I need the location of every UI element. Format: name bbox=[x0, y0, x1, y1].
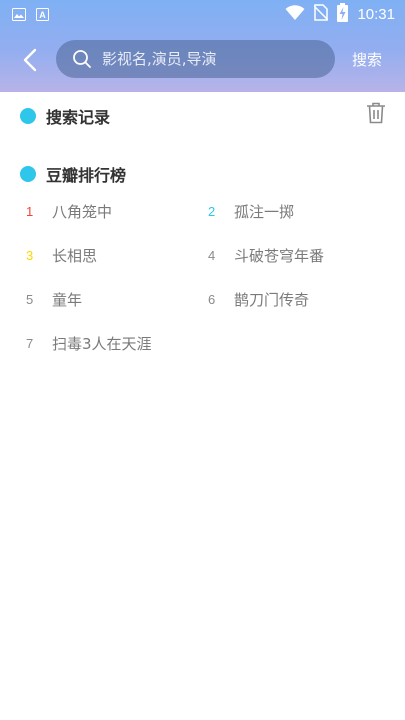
ranking-item[interactable]: 6 鹊刀门传奇 bbox=[208, 289, 386, 309]
ranking-section-header: 豆瓣排行榜 bbox=[20, 162, 126, 186]
ranking-item[interactable]: 2 孤注一掷 bbox=[208, 201, 386, 221]
status-time: 10:31 bbox=[357, 6, 395, 23]
battery-charging-icon bbox=[337, 3, 349, 26]
rank-title: 孤注一掷 bbox=[234, 202, 295, 221]
search-icon bbox=[72, 49, 92, 69]
ranking-title: 豆瓣排行榜 bbox=[46, 166, 127, 185]
history-title: 搜索记录 bbox=[46, 108, 111, 127]
ranking-item[interactable]: 7 扫毒3人在天涯 bbox=[26, 333, 208, 353]
rank-number: 4 bbox=[208, 247, 216, 263]
no-sim-icon bbox=[313, 4, 329, 25]
rank-number: 6 bbox=[208, 291, 216, 307]
ranking-item[interactable]: 1 八角笼中 bbox=[26, 201, 208, 221]
search-button[interactable]: 搜索 bbox=[352, 49, 392, 70]
rank-number: 2 bbox=[208, 203, 216, 219]
clear-history-button[interactable] bbox=[366, 102, 386, 124]
search-bar: 搜索 bbox=[0, 40, 405, 80]
svg-text:A: A bbox=[39, 10, 46, 20]
ranking-list: 1 八角笼中 2 孤注一掷 3 长相思 4 斗破苍穹年番 5 童年 6 鹊刀门传… bbox=[26, 201, 386, 353]
back-button[interactable] bbox=[18, 46, 42, 74]
ranking-item[interactable]: 3 长相思 bbox=[26, 245, 208, 265]
rank-number: 1 bbox=[26, 203, 34, 219]
trash-icon bbox=[367, 102, 385, 124]
rank-title: 鹊刀门传奇 bbox=[234, 290, 310, 309]
ranking-item[interactable]: 4 斗破苍穹年番 bbox=[208, 245, 386, 265]
rank-title: 斗破苍穹年番 bbox=[234, 246, 325, 265]
rank-title: 童年 bbox=[52, 290, 83, 309]
rank-number: 5 bbox=[26, 291, 34, 307]
search-box[interactable] bbox=[56, 40, 335, 78]
rank-number: 7 bbox=[26, 335, 34, 351]
section-dot bbox=[20, 166, 36, 182]
section-dot bbox=[20, 108, 36, 124]
rank-number: 3 bbox=[26, 247, 34, 263]
rank-title: 长相思 bbox=[52, 246, 98, 265]
gallery-icon bbox=[12, 6, 26, 25]
rank-title: 扫毒3人在天涯 bbox=[52, 334, 152, 353]
font-a-icon: A bbox=[36, 6, 49, 25]
history-section-header: 搜索记录 bbox=[20, 104, 110, 128]
search-input[interactable] bbox=[102, 50, 322, 68]
status-bar: A 10:31 bbox=[0, 0, 405, 26]
ranking-item[interactable]: 5 童年 bbox=[26, 289, 208, 309]
chevron-left-icon bbox=[23, 48, 37, 72]
wifi-icon bbox=[285, 4, 305, 25]
app-header: A 10:31 搜索 bbox=[0, 0, 405, 92]
rank-title: 八角笼中 bbox=[52, 202, 113, 221]
